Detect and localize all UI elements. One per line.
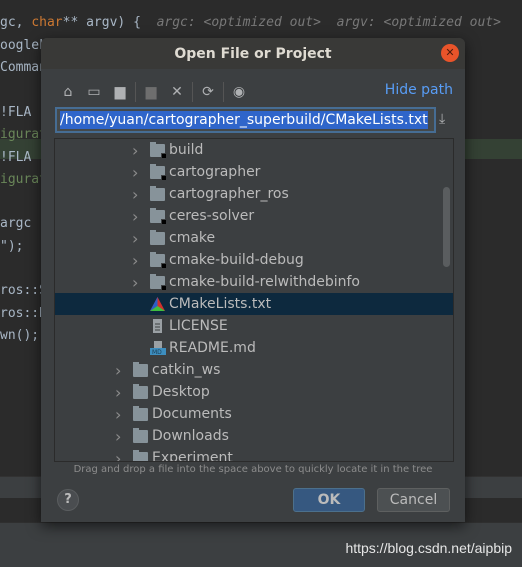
project-folder-icon[interactable]: ▆ — [107, 81, 133, 103]
code-line: !FLA — [0, 104, 32, 120]
tree-item[interactable]: › Documents — [55, 403, 453, 425]
code-line: ros::R — [0, 305, 47, 321]
refresh-icon[interactable]: ⟳ — [195, 81, 221, 103]
code-line: gc, char** argv) { argc: <optimized out>… — [0, 15, 501, 30]
dialog-title: Open File or Project — [174, 45, 332, 62]
code-line: oogleL — [0, 38, 47, 53]
folder-icon — [150, 164, 167, 181]
tree-item[interactable]: › cartographer_ros — [55, 183, 453, 205]
tree-item-label: cmake-build-relwithdebinfo — [169, 274, 360, 290]
folder-icon — [150, 252, 167, 269]
chevron-right-icon[interactable]: › — [115, 405, 125, 424]
tree-item-label: catkin_ws — [152, 362, 221, 378]
tree-item[interactable]: CMakeLists.txt — [55, 293, 453, 315]
toolbar-separator — [192, 82, 193, 102]
tree-item-label: cmake-build-debug — [169, 252, 304, 268]
tree-item-label: build — [169, 142, 204, 158]
tree-item[interactable]: › cmake — [55, 227, 453, 249]
desktop-icon[interactable]: ▭ — [81, 81, 107, 103]
chevron-right-icon[interactable]: › — [115, 427, 125, 446]
code-line: "); — [0, 238, 24, 254]
chevron-right-icon[interactable]: › — [115, 383, 125, 402]
drag-drop-hint: Drag and drop a file into the space abov… — [73, 464, 433, 475]
toolbar-separator — [223, 82, 224, 102]
code-line: igurat — [0, 171, 47, 187]
chevron-right-icon[interactable]: › — [115, 449, 125, 462]
tree-item[interactable]: LICENSE — [55, 315, 453, 337]
watermark: https://blog.csdn.net/aipbip — [345, 540, 512, 556]
tree-item-label: cartographer — [169, 164, 261, 180]
tree-item-label: Documents — [152, 406, 232, 422]
tree-item[interactable]: MD README.md — [55, 337, 453, 359]
tree-item[interactable]: › build — [55, 139, 453, 161]
show-hidden-icon[interactable]: ◉ — [226, 81, 252, 103]
tree-item[interactable]: › ceres-solver — [55, 205, 453, 227]
tree-item[interactable]: › Desktop — [55, 381, 453, 403]
code-line: Comman — [0, 60, 47, 76]
tree-scrollbar[interactable] — [443, 187, 450, 267]
tree-item[interactable]: › cmake-build-relwithdebinfo — [55, 271, 453, 293]
chevron-right-icon[interactable]: › — [132, 229, 142, 248]
chevron-right-icon[interactable]: › — [132, 163, 142, 182]
folder-icon — [133, 384, 148, 399]
file-tree[interactable]: › build › cartographer › cartographer_ros › cer… — [54, 138, 454, 462]
tree-item-label: CMakeLists.txt — [169, 296, 272, 312]
code-line: wn(); — [0, 327, 40, 343]
markdown-icon: MD — [150, 341, 166, 356]
tree-item[interactable]: › Experiment — [55, 447, 453, 462]
toolbar-separator — [135, 82, 136, 102]
chevron-right-icon[interactable]: › — [132, 141, 142, 160]
tree-item-label: cmake — [169, 230, 216, 246]
folder-icon — [133, 406, 148, 421]
folder-icon — [150, 230, 165, 245]
dialog-titlebar[interactable]: Open File or Project ✕ — [41, 38, 465, 69]
code-line: igurat — [0, 127, 47, 143]
folder-icon — [150, 208, 167, 225]
code-line: ros::S — [0, 283, 47, 299]
text-file-icon — [150, 319, 165, 333]
tree-item-label: Experiment — [152, 450, 233, 462]
tree-item[interactable]: › catkin_ws — [55, 359, 453, 381]
tree-item-label: Desktop — [152, 384, 210, 400]
new-folder-icon[interactable]: ▆ — [138, 81, 164, 103]
help-button[interactable]: ? — [57, 489, 79, 511]
tree-item[interactable]: › cartographer — [55, 161, 453, 183]
chevron-right-icon[interactable]: › — [132, 185, 142, 204]
svg-text:MD: MD — [152, 349, 162, 355]
path-input-value[interactable]: /home/yuan/cartographer_superbuild/CMake… — [60, 111, 428, 129]
tree-item[interactable]: › Downloads — [55, 425, 453, 447]
folder-icon — [133, 450, 148, 461]
folder-icon — [133, 362, 148, 377]
cancel-button[interactable]: Cancel — [377, 488, 450, 512]
download-icon[interactable]: ⤓ — [439, 111, 445, 127]
chevron-right-icon[interactable]: › — [115, 361, 125, 380]
chevron-right-icon[interactable]: › — [132, 273, 142, 292]
tree-item-label: cartographer_ros — [169, 186, 289, 202]
path-input[interactable]: /home/yuan/cartographer_superbuild/CMake… — [55, 107, 436, 133]
chevron-right-icon[interactable]: › — [132, 207, 142, 226]
tree-item[interactable]: › cmake-build-debug — [55, 249, 453, 271]
toolbar: ⌂ ▭ ▆ ▆ ✕ ⟳ ◉ — [55, 81, 252, 103]
code-line: !FLA — [0, 149, 32, 165]
code-line: argc — [0, 216, 32, 232]
hide-path-link[interactable]: Hide path — [385, 82, 453, 98]
folder-icon — [150, 142, 167, 159]
open-file-dialog: Open File or Project ✕ ⌂ ▭ ▆ ▆ ✕ ⟳ ◉ Hid… — [41, 38, 465, 522]
home-icon[interactable]: ⌂ — [55, 81, 81, 103]
delete-icon[interactable]: ✕ — [164, 81, 190, 103]
folder-icon — [133, 428, 148, 443]
tree-item-label: LICENSE — [169, 318, 228, 334]
folder-icon — [150, 186, 165, 201]
tree-item-label: Downloads — [152, 428, 229, 444]
tree-item-label: ceres-solver — [169, 208, 255, 224]
tree-item-label: README.md — [169, 340, 256, 356]
close-icon[interactable]: ✕ — [441, 44, 459, 62]
ok-button[interactable]: OK — [293, 488, 365, 512]
chevron-right-icon[interactable]: › — [132, 251, 142, 270]
folder-icon — [150, 274, 167, 291]
cmake-icon — [150, 297, 165, 311]
